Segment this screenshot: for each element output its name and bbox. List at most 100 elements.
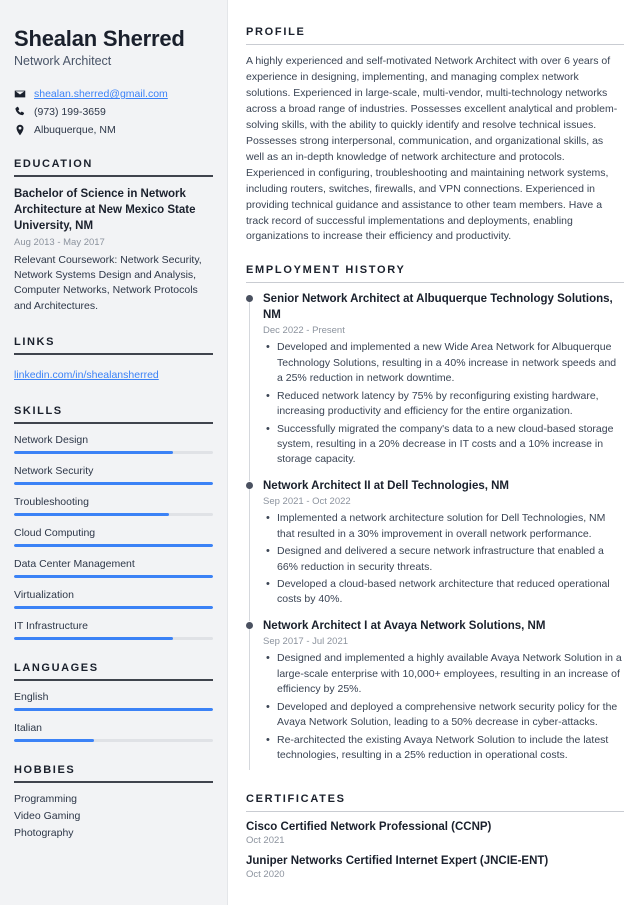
employment-heading: EMPLOYMENT HISTORY xyxy=(246,264,624,284)
location-pin-icon xyxy=(14,124,26,136)
meter-fill xyxy=(14,481,213,485)
certificate-date: Oct 2021 xyxy=(246,835,285,847)
meter-item: Network Design xyxy=(14,434,213,454)
meter-item: Italian xyxy=(14,722,213,742)
job-point: Successfully migrated the company's data… xyxy=(263,421,624,468)
meter-item: English xyxy=(14,691,213,711)
meter-item: Cloud Computing xyxy=(14,527,213,547)
meter-label: Italian xyxy=(14,721,43,734)
job-point: Designed and implemented a highly availa… xyxy=(263,650,624,697)
profile-section: PROFILE A highly experienced and self-mo… xyxy=(246,26,624,245)
job-points: Developed and implemented a new Wide Are… xyxy=(263,339,624,468)
hobbies-list: Programming Video Gaming Photography xyxy=(14,793,213,839)
job-point: Re-architected the existing Avaya Networ… xyxy=(263,732,624,764)
link-item[interactable]: linkedin.com/in/shealansherred xyxy=(14,369,159,381)
skills-heading: SKILLS xyxy=(14,405,213,424)
certificate-item: Juniper Networks Certified Internet Expe… xyxy=(246,855,624,880)
job-point: Designed and delivered a secure network … xyxy=(263,543,624,575)
job-role: Network Architect II at Dell Technologie… xyxy=(263,479,510,492)
contact-row: Albuquerque, NM xyxy=(14,124,213,136)
languages-heading: LANGUAGES xyxy=(14,662,213,681)
job-date: Dec 2022 - Present xyxy=(263,325,345,337)
job-date: Sep 2021 - Oct 2022 xyxy=(263,496,351,508)
meter-track xyxy=(14,605,213,609)
meter-track xyxy=(14,636,213,640)
hobby-item: Programming xyxy=(14,792,78,805)
meter-label: Cloud Computing xyxy=(14,526,96,539)
meter-fill xyxy=(14,512,170,516)
job-entry: Network Architect II at Dell Technologie… xyxy=(246,479,624,621)
links-list: linkedin.com/in/shealansherred xyxy=(14,365,213,383)
meter-fill xyxy=(14,450,174,454)
job-date: Sep 2017 - Jul 2021 xyxy=(263,636,349,648)
phone-icon xyxy=(14,106,26,118)
employment-timeline: Senior Network Architect at Albuquerque … xyxy=(246,292,624,774)
meter-fill xyxy=(14,574,213,578)
job-role: Network Architect I at Avaya Network Sol… xyxy=(263,619,546,632)
languages-list: English Italian xyxy=(14,691,213,742)
job-point: Developed and implemented a new Wide Are… xyxy=(263,339,624,386)
meter-item: IT Infrastructure xyxy=(14,620,213,640)
contact-value: Albuquerque, NM xyxy=(34,124,116,137)
meter-item: Troubleshooting xyxy=(14,496,213,516)
candidate-job-title: Network Architect xyxy=(14,54,112,69)
contact-row: (973) 199-3659 xyxy=(14,106,213,118)
certificate-name: Cisco Certified Network Professional (CC… xyxy=(246,821,492,834)
job-point: Developed a cloud-based network architec… xyxy=(263,576,624,608)
hobbies-section: HOBBIES Programming Video Gaming Photograp… xyxy=(14,764,213,839)
timeline-dot-icon xyxy=(246,621,253,629)
education-description: Relevant Coursework: Network Security, N… xyxy=(14,253,202,312)
meter-label: Troubleshooting xyxy=(14,495,89,508)
education-date: Aug 2013 - May 2017 xyxy=(14,236,105,248)
contact-value: (973) 199-3659 xyxy=(34,106,106,119)
certificate-item: Cisco Certified Network Professional (CC… xyxy=(246,821,624,846)
meter-track xyxy=(14,574,213,578)
job-points: Designed and implemented a highly availa… xyxy=(263,650,624,764)
meter-fill xyxy=(14,738,94,742)
meter-fill xyxy=(14,636,174,640)
meter-item: Data Center Management xyxy=(14,558,213,578)
contact-row: shealan.sherred@gmail.com xyxy=(14,88,213,100)
meter-label: Virtualization xyxy=(14,588,74,601)
hobby-item: Photography xyxy=(14,826,74,839)
timeline-dot-icon xyxy=(246,481,253,489)
meter-fill xyxy=(14,605,213,609)
timeline-dot-icon xyxy=(246,295,253,303)
meter-item: Virtualization xyxy=(14,589,213,609)
skills-list: Network Design Network Security Troublesho… xyxy=(14,434,213,640)
meter-label: English xyxy=(14,690,49,703)
main-column: PROFILE A highly experienced and self-mo… xyxy=(228,0,640,905)
languages-section: LANGUAGES English Italian xyxy=(14,662,213,742)
meter-label: Data Center Management xyxy=(14,557,135,570)
job-points: Implemented a network architecture solut… xyxy=(263,510,624,608)
meter-track xyxy=(14,512,213,516)
education-section: EDUCATION Bachelor of Science in Network… xyxy=(14,158,213,313)
envelope-icon xyxy=(14,88,26,100)
meter-fill xyxy=(14,543,213,547)
meter-track xyxy=(14,707,213,711)
certificates-heading: CERTIFICATES xyxy=(246,793,624,813)
contact-list: shealan.sherred@gmail.com (973) 199-3659 A… xyxy=(14,88,213,136)
contact-email-link[interactable]: shealan.sherred@gmail.com xyxy=(34,88,168,100)
education-heading: EDUCATION xyxy=(14,158,213,178)
links-heading: LINKS xyxy=(14,336,213,355)
links-section: LINKS linkedin.com/in/shealansherred xyxy=(14,336,213,383)
employment-section: EMPLOYMENT HISTORY Senior Network Archit… xyxy=(246,264,624,774)
meter-item: Network Security xyxy=(14,465,213,485)
education-degree: Bachelor of Science in Network Architect… xyxy=(14,188,196,233)
profile-text: A highly experienced and self-motivated … xyxy=(246,55,618,243)
job-point: Reduced network latency by 75% by reconf… xyxy=(263,388,624,420)
meter-label: Network Security xyxy=(14,464,94,477)
meter-label: Network Design xyxy=(14,433,89,446)
meter-label: IT Infrastructure xyxy=(14,619,88,632)
job-entry: Senior Network Architect at Albuquerque … xyxy=(246,292,624,482)
meter-track xyxy=(14,543,213,547)
meter-track xyxy=(14,450,213,454)
certificates-section: CERTIFICATES Cisco Certified Network Pro… xyxy=(246,793,624,880)
certificates-list: Cisco Certified Network Professional (CC… xyxy=(246,821,624,880)
job-point: Developed and deployed a comprehensive n… xyxy=(263,699,624,731)
candidate-name: Shealan Sherred xyxy=(14,26,185,51)
hobby-item: Video Gaming xyxy=(14,809,81,822)
job-entry: Network Architect I at Avaya Network Sol… xyxy=(246,619,624,774)
meter-fill xyxy=(14,707,213,711)
